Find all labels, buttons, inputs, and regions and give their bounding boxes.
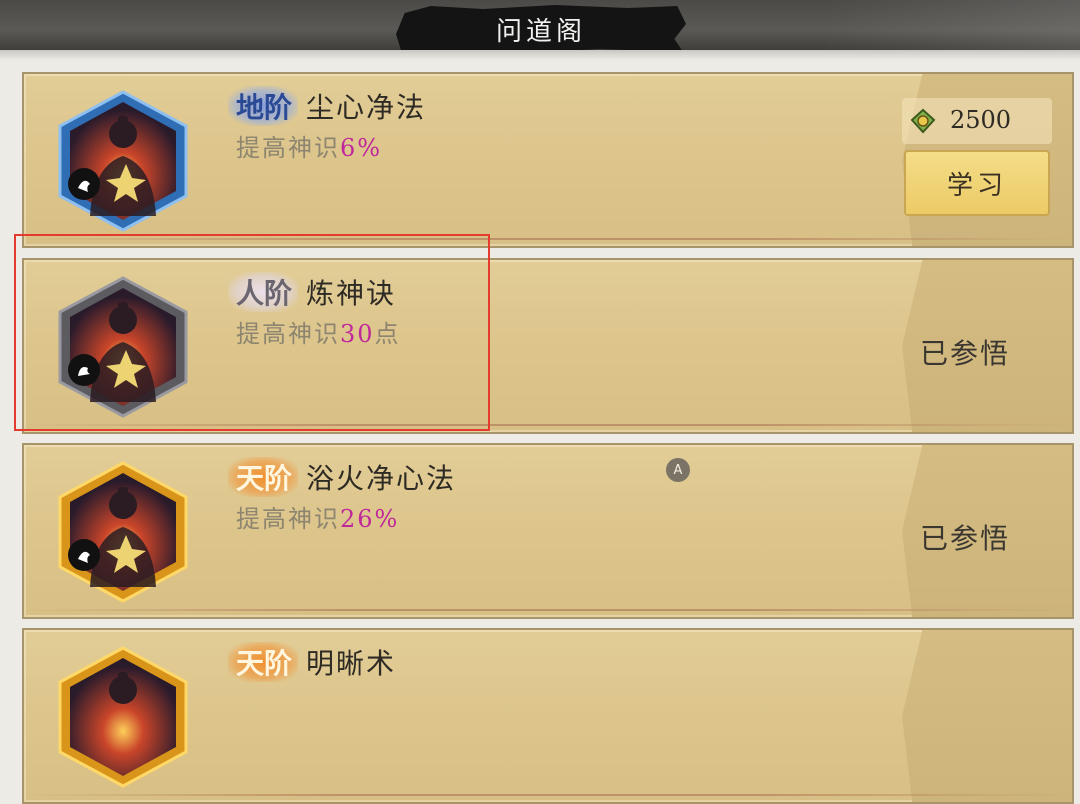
skill-effect: 提高神识6%: [236, 128, 382, 163]
skill-card[interactable]: 天阶 明晰术: [22, 628, 1074, 804]
skill-emblem-icon: [58, 90, 188, 232]
price-box: 2500: [902, 98, 1052, 144]
skill-name: 尘心净法: [306, 91, 427, 124]
effect-value: 30: [340, 320, 375, 348]
skill-tier: 天阶: [228, 457, 299, 497]
overlay-marker: A: [666, 458, 690, 482]
skill-emblem-icon: [58, 276, 188, 418]
price-value: 2500: [950, 106, 1012, 134]
card-side-panel: [902, 630, 1072, 802]
skill-effect: 提高神识30点: [236, 314, 401, 349]
title-plate: 问道阁: [396, 5, 686, 53]
status-label: 已参悟: [919, 337, 1010, 370]
status-label: 已参悟: [919, 522, 1010, 555]
banner-decoration: [820, 0, 1080, 50]
skill-effect: 提高神识26%: [236, 499, 399, 534]
skill-card[interactable]: 天阶 浴火净心法 提高神识26% 已参悟: [22, 443, 1074, 619]
skill-emblem-icon: [58, 646, 188, 788]
skill-tier: 人阶: [228, 272, 299, 312]
skill-emblem-icon: [58, 461, 188, 603]
skill-tier: 地阶: [228, 86, 299, 126]
skill-name: 明晰术: [306, 647, 397, 680]
skill-tier: 天阶: [228, 642, 299, 682]
learn-button[interactable]: 学习: [904, 150, 1050, 216]
skill-name: 浴火净心法: [306, 462, 457, 495]
skill-name: 炼神诀: [306, 277, 397, 310]
page-title: 问道阁: [495, 16, 586, 47]
effect-unit: 点: [374, 320, 401, 348]
effect-value: 6%: [340, 134, 383, 162]
skill-card[interactable]: 人阶 炼神诀 提高神识30点 已参悟: [22, 258, 1074, 434]
skill-card[interactable]: 地阶 尘心净法 提高神识6% 2500 学习: [22, 72, 1074, 248]
effect-label: 提高神识: [236, 505, 340, 533]
effect-value: 26%: [340, 505, 400, 533]
effect-label: 提高神识: [236, 134, 340, 162]
banner-shadow: [0, 50, 1080, 60]
effect-label: 提高神识: [236, 320, 340, 348]
jade-token-icon: [910, 108, 936, 134]
